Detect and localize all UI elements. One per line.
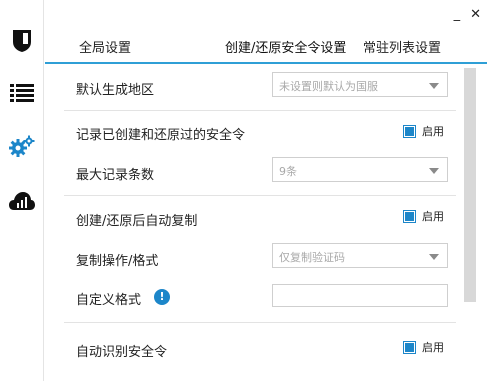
divider [64,195,456,196]
window-controls: _ ✕ [454,6,481,24]
sidebar-item-settings[interactable] [0,130,44,164]
checkbox-box [403,340,416,354]
copy-format-value: 仅复制验证码 [279,251,345,264]
chevron-down-icon [429,168,439,174]
sidebar-item-list[interactable] [0,76,44,110]
tab-resident-list-settings[interactable]: 常驻列表设置 [363,37,441,56]
default-region-value: 未设置则默认为国服 [279,80,378,93]
checkbox-box [403,124,416,138]
divider [64,110,456,111]
sidebar [0,0,44,381]
gears-icon [9,135,35,159]
auto-copy-checkbox[interactable]: 启用 [403,208,444,224]
cloud-icon [9,191,35,211]
auto-copy-checkbox-label: 启用 [422,210,444,223]
custom-format-label: 自定义格式 [76,293,142,308]
custom-format-input[interactable] [272,284,448,307]
record-tokens-label: 记录已创建和还原过的安全令 [76,128,246,143]
auto-detect-checkbox-label: 启用 [422,341,444,354]
sidebar-item-authenticator[interactable] [0,24,44,58]
close-button[interactable]: ✕ [470,8,481,22]
max-records-select[interactable]: 9条 [272,157,448,182]
tab-create-restore-settings[interactable]: 创建/还原安全令设置 [225,37,346,56]
scrollbar-thumb[interactable] [464,68,476,302]
default-region-select[interactable]: 未设置则默认为国服 [272,72,448,97]
scrollbar[interactable] [464,66,476,381]
minimize-button[interactable]: _ [454,8,461,22]
settings-panel: 默认生成地区 未设置则默认为国服 记录已创建和还原过的安全令 启用 最大记录条数… [58,66,463,381]
max-records-label: 最大记录条数 [76,168,155,183]
check-mark [405,126,414,136]
copy-format-label: 复制操作/格式 [76,254,159,269]
tab-global-settings[interactable]: 全局设置 [79,37,131,56]
chevron-down-icon [429,254,439,260]
settings-tabs: 全局设置 创建/还原安全令设置 常驻列表设置 [45,28,487,64]
auto-copy-label: 创建/还原后自动复制 [76,214,198,229]
max-records-value: 9条 [279,165,297,178]
copy-format-select[interactable]: 仅复制验证码 [272,243,448,268]
chevron-down-icon [429,83,439,89]
shield-icon [11,29,33,53]
auto-detect-checkbox[interactable]: 启用 [403,339,444,355]
check-mark [405,342,414,352]
info-icon[interactable]: ! [154,289,170,305]
divider [64,322,456,323]
check-mark [405,211,414,221]
record-tokens-checkbox[interactable]: 启用 [403,123,444,139]
record-tokens-checkbox-label: 启用 [422,125,444,138]
list-icon [10,83,34,103]
checkbox-box [403,209,416,223]
sidebar-item-cloud[interactable] [0,184,44,218]
default-region-label: 默认生成地区 [76,83,155,98]
auto-detect-label: 自动识别安全令 [76,345,168,360]
